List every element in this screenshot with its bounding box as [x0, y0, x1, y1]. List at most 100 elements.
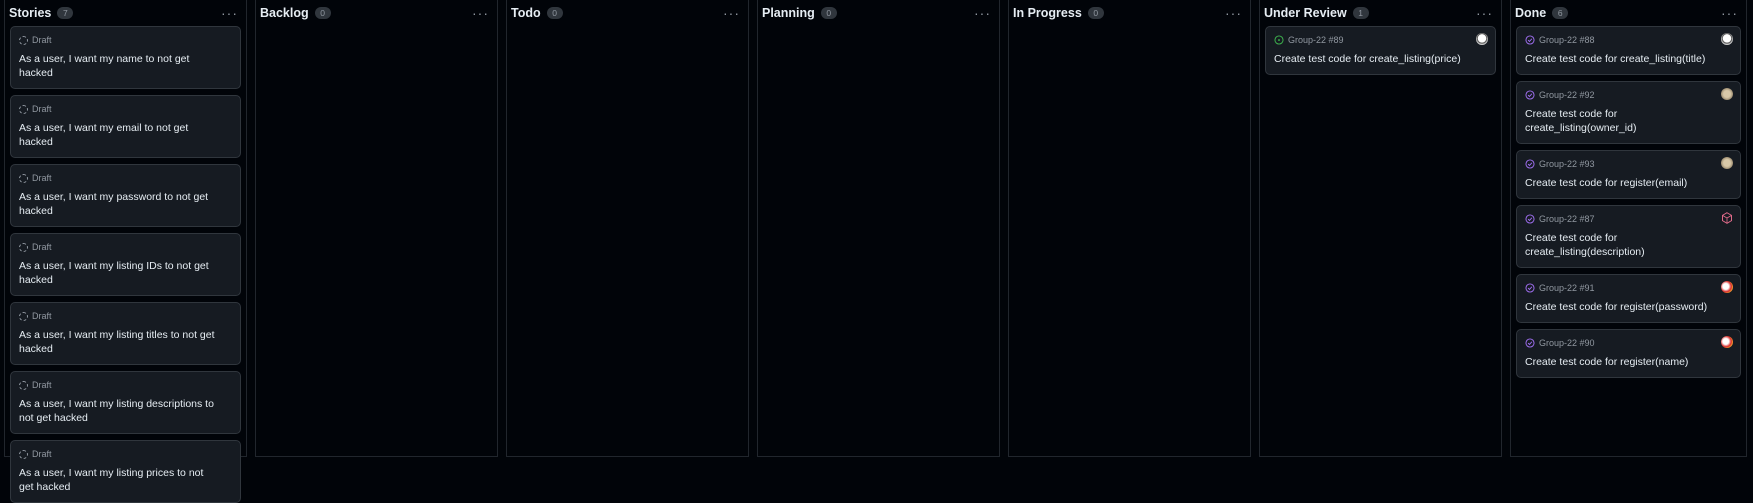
card-meta-text[interactable]: Group-22 #90 [1539, 338, 1595, 348]
column-count-badge: 6 [1552, 7, 1569, 19]
issue-open-icon [1274, 35, 1284, 45]
card-title[interactable]: As a user, I want my listing prices to n… [19, 466, 232, 494]
avatar[interactable] [1721, 157, 1733, 169]
avatar[interactable] [1721, 88, 1733, 100]
column-menu-icon[interactable]: ··· [472, 6, 489, 20]
column-count-badge: 0 [820, 7, 837, 19]
card-meta-text[interactable]: Group-22 #87 [1539, 214, 1595, 224]
card-meta-text[interactable]: Group-22 #88 [1539, 35, 1595, 45]
column-menu-icon[interactable]: ··· [1225, 6, 1242, 20]
card-meta-text[interactable]: Group-22 #93 [1539, 159, 1595, 169]
card-title[interactable]: As a user, I want my name to not get hac… [19, 52, 232, 80]
card-title[interactable]: Create test code for register(name) [1525, 355, 1732, 369]
card-title[interactable]: Create test code for create_listing(owne… [1525, 107, 1732, 135]
card-meta: Draft [19, 172, 232, 184]
avatar[interactable] [1476, 33, 1488, 45]
board-card[interactable]: Group-22 #90 Create test code for registe… [1516, 329, 1741, 378]
card-meta-text[interactable]: Draft [32, 173, 52, 183]
project-board: Stories 7 ··· Draft As a user, I want my nam… [0, 0, 1753, 503]
card-title[interactable]: As a user, I want my listing titles to n… [19, 328, 232, 356]
card-title[interactable]: As a user, I want my listing IDs to not … [19, 259, 232, 287]
column-header: Planning 0 ··· [758, 0, 999, 26]
draft-icon [19, 242, 28, 252]
column-title: Todo [511, 6, 541, 20]
card-meta: Draft [19, 448, 232, 460]
column-backlog: Backlog 0 ··· [255, 0, 498, 457]
card-meta-text[interactable]: Draft [32, 380, 52, 390]
board-card[interactable]: Group-22 #91 Create test code for registe… [1516, 274, 1741, 323]
column-title: Stories [9, 6, 52, 20]
draft-icon [19, 104, 28, 114]
column-menu-icon[interactable]: ··· [221, 6, 238, 20]
column-planning: Planning 0 ··· [757, 0, 1000, 457]
board-card[interactable]: Draft As a user, I want my listing descri… [10, 371, 241, 434]
card-meta-text[interactable]: Group-22 #89 [1288, 35, 1344, 45]
board-card[interactable]: Draft As a user, I want my listing IDs to… [10, 233, 241, 296]
card-title[interactable]: Create test code for create_listing(desc… [1525, 231, 1732, 259]
column-count-badge: 7 [57, 7, 74, 19]
board-card[interactable]: Draft As a user, I want my listing titles… [10, 302, 241, 365]
card-meta-text[interactable]: Group-22 #92 [1539, 90, 1595, 100]
card-title[interactable]: Create test code for register(email) [1525, 176, 1732, 190]
card-list: Group-22 #88 Create test code for create_… [1511, 26, 1746, 378]
column-stories: Stories 7 ··· Draft As a user, I want my nam… [4, 0, 247, 503]
avatar[interactable] [1721, 281, 1733, 293]
card-meta: Group-22 #93 [1525, 158, 1732, 170]
card-meta-text[interactable]: Draft [32, 242, 52, 252]
card-list: Group-22 #89 Create test code for create_… [1260, 26, 1501, 75]
column-title: Under Review [1264, 6, 1347, 20]
column-header: Done 6 ··· [1511, 0, 1746, 26]
draft-icon [19, 449, 28, 459]
card-title[interactable]: As a user, I want my listing description… [19, 397, 232, 425]
avatar[interactable] [1721, 33, 1733, 45]
card-meta: Group-22 #91 [1525, 282, 1732, 294]
column-title: Planning [762, 6, 815, 20]
draft-icon [19, 380, 28, 390]
board-card[interactable]: Group-22 #87 Create test code for create_… [1516, 205, 1741, 268]
column-title: Done [1515, 6, 1547, 20]
column-in-progress: In Progress 0 ··· [1008, 0, 1251, 457]
card-title[interactable]: Create test code for create_listing(pric… [1274, 52, 1487, 66]
card-meta-text[interactable]: Draft [32, 449, 52, 459]
card-meta-text[interactable]: Draft [32, 104, 52, 114]
card-title[interactable]: Create test code for register(password) [1525, 300, 1732, 314]
board-card[interactable]: Group-22 #89 Create test code for create_… [1265, 26, 1496, 75]
draft-icon [19, 311, 28, 321]
board-card[interactable]: Draft As a user, I want my listing prices… [10, 440, 241, 503]
card-meta: Group-22 #88 [1525, 34, 1732, 46]
column-header: Todo 0 ··· [507, 0, 748, 26]
card-meta-text[interactable]: Group-22 #91 [1539, 283, 1595, 293]
issue-closed-icon [1525, 35, 1535, 45]
issue-closed-icon [1525, 338, 1535, 348]
avatar[interactable] [1721, 336, 1733, 348]
column-menu-icon[interactable]: ··· [1476, 6, 1493, 20]
card-meta: Draft [19, 379, 232, 391]
column-menu-icon[interactable]: ··· [723, 6, 740, 20]
board-card[interactable]: Draft As a user, I want my password to no… [10, 164, 241, 227]
column-header: Stories 7 ··· [5, 0, 246, 26]
column-title: In Progress [1013, 6, 1082, 20]
column-count-badge: 0 [546, 7, 563, 19]
card-meta: Draft [19, 34, 232, 46]
issue-closed-icon [1525, 214, 1535, 224]
issue-closed-icon [1525, 159, 1535, 169]
board-card[interactable]: Group-22 #93 Create test code for registe… [1516, 150, 1741, 199]
board-card[interactable]: Draft As a user, I want my email to not g… [10, 95, 241, 158]
card-meta-text[interactable]: Draft [32, 311, 52, 321]
card-meta: Group-22 #90 [1525, 337, 1732, 349]
issue-closed-icon [1525, 283, 1535, 293]
board-card[interactable]: Draft As a user, I want my name to not ge… [10, 26, 241, 89]
column-menu-icon[interactable]: ··· [974, 6, 991, 20]
column-title: Backlog [260, 6, 309, 20]
card-meta-text[interactable]: Draft [32, 35, 52, 45]
card-title[interactable]: As a user, I want my password to not get… [19, 190, 232, 218]
card-meta: Draft [19, 241, 232, 253]
card-title[interactable]: Create test code for create_listing(titl… [1525, 52, 1732, 66]
card-list: Draft As a user, I want my name to not ge… [5, 26, 246, 503]
board-card[interactable]: Group-22 #88 Create test code for create_… [1516, 26, 1741, 75]
board-card[interactable]: Group-22 #92 Create test code for create_… [1516, 81, 1741, 144]
draft-icon [19, 35, 28, 45]
avatar[interactable] [1721, 212, 1733, 224]
column-menu-icon[interactable]: ··· [1721, 6, 1738, 20]
card-title[interactable]: As a user, I want my email to not get ha… [19, 121, 232, 149]
